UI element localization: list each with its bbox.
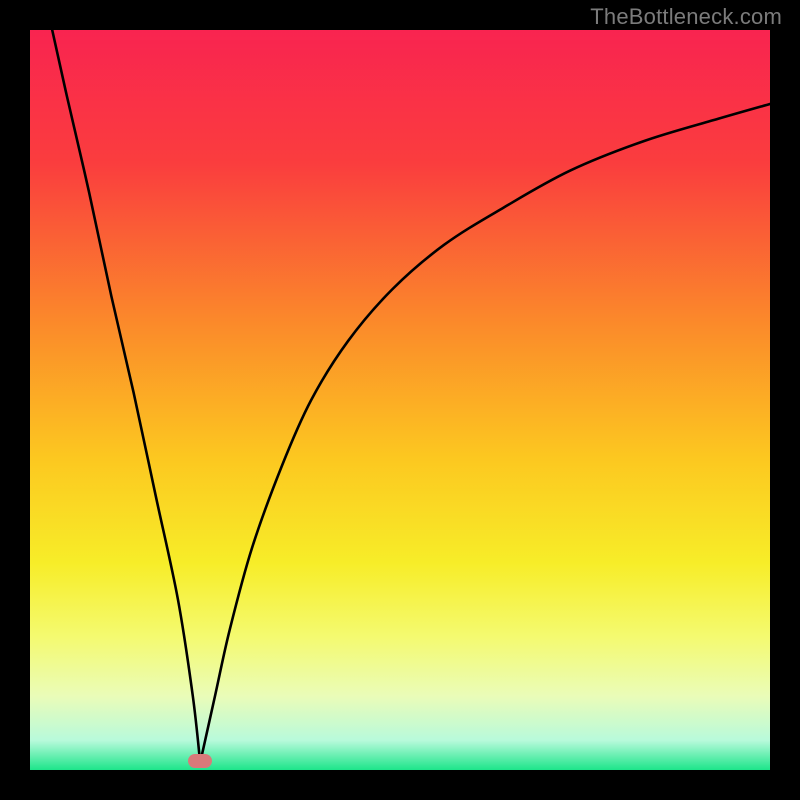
chart-frame: TheBottleneck.com <box>0 0 800 800</box>
minimum-marker <box>188 754 212 768</box>
curve-right-branch <box>200 104 770 763</box>
watermark-text: TheBottleneck.com <box>590 4 782 30</box>
curve-layer <box>30 30 770 770</box>
curve-left-branch <box>52 30 200 763</box>
plot-area <box>30 30 770 770</box>
